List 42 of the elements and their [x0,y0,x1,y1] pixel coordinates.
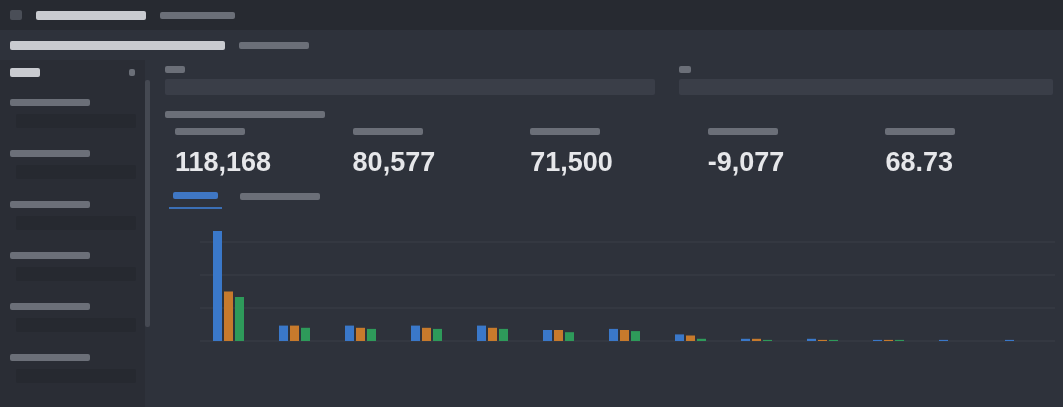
kpi-value: 118,168 [175,147,273,178]
chart-bar [224,291,233,341]
blurred-text [10,68,40,77]
chart-bar [356,327,365,341]
blurred-text [707,128,778,135]
kpi-value: 68.73 [885,147,954,178]
chart-bar [807,338,816,341]
chart-bar [477,325,486,341]
chart-bar [235,297,244,341]
blurred-text [679,66,691,73]
chart-bar [345,325,354,341]
chart-bar [367,328,376,341]
kpi-value: 71,500 [530,147,614,178]
chart-bar [631,331,640,341]
chart-bar [620,330,629,341]
chart-bar [279,325,288,341]
chart-bar [543,330,552,341]
pin-icon[interactable] [129,69,135,76]
chart-bar [565,332,574,341]
chart-bar [686,335,695,341]
chart-bar [554,330,563,341]
chart-bar [499,328,508,341]
blurred-text [885,128,956,135]
chart-bar [609,328,618,341]
menu-icon[interactable] [10,10,22,20]
chart-bar [697,338,706,341]
chart-bar [411,325,420,341]
blurred-text [175,128,245,135]
blurred-text [352,128,423,135]
chart-bar [675,334,684,341]
chart-bar [741,338,750,341]
blurred-text [239,41,309,49]
chart-bar [433,328,442,341]
chart-bar [422,327,431,341]
chart-bar [290,325,299,341]
kpi-value: -9,077 [707,147,786,178]
blurred-text [165,66,185,73]
blurred-text [530,128,601,135]
kpi-value: 80,577 [352,147,437,178]
chart-bar [488,327,497,341]
chart-bar [301,327,310,341]
chart-bar [752,338,761,341]
